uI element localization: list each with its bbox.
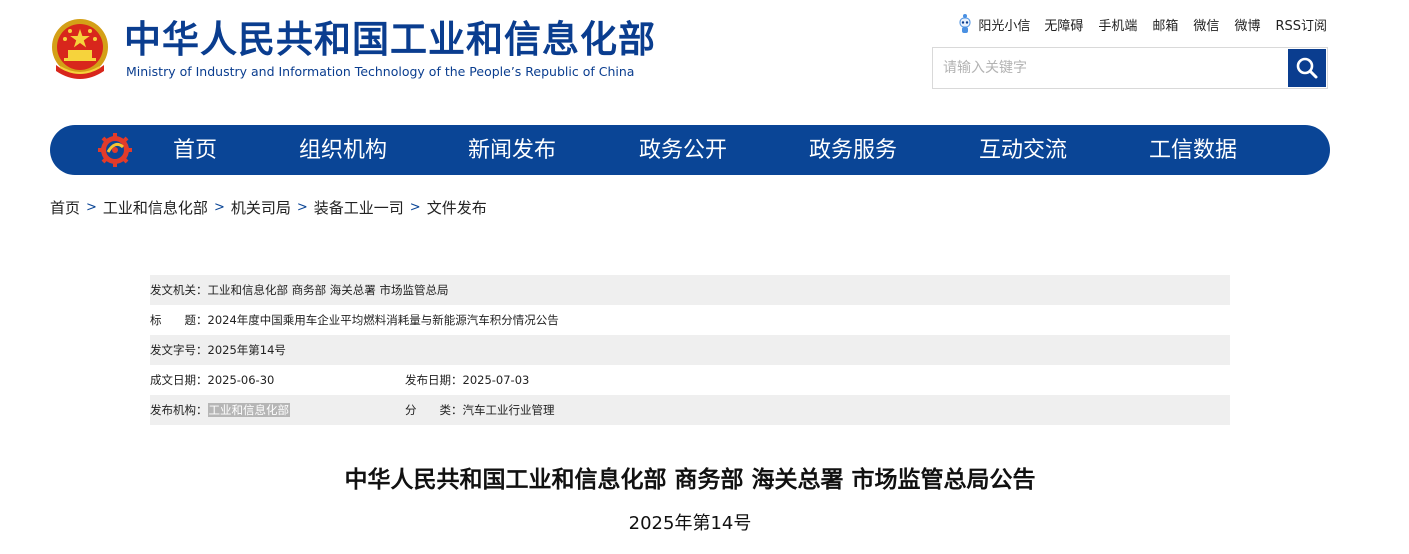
nav-item-organization[interactable]: 组织机构 — [299, 125, 387, 175]
info-label: 发布日期： — [405, 373, 463, 387]
top-link-wechat[interactable]: 微信 — [1193, 15, 1219, 34]
document-info-table: 发文机关：工业和信息化部 商务部 海关总署 市场监管总局 标 题：2024年度中… — [150, 275, 1230, 425]
top-link-mobile[interactable]: 手机端 — [1098, 15, 1137, 34]
search-button[interactable] — [1288, 49, 1326, 87]
national-emblem-icon[interactable] — [50, 17, 110, 83]
info-label: 成文日期： — [150, 373, 208, 387]
info-value-issuer: 工业和信息化部 商务部 海关总署 市场监管总局 — [207, 283, 449, 297]
top-link-sunny-xiaoxin[interactable]: 阳光小信 — [957, 13, 1030, 35]
chevron-right-icon: > — [409, 199, 421, 215]
info-value-docno: 2025年第14号 — [207, 343, 286, 357]
nav-items: 首页 组织机构 新闻发布 政务公开 政务服务 互动交流 工信数据 — [50, 125, 1330, 175]
search-input[interactable] — [933, 48, 1288, 88]
site-header: 中华人民共和国工业和信息化部 Ministry of Industry and … — [0, 0, 1409, 115]
article-title: 中华人民共和国工业和信息化部 商务部 海关总署 市场监管总局公告 — [344, 467, 1036, 493]
nav-item-data[interactable]: 工信数据 — [1149, 125, 1237, 175]
info-value-org[interactable]: 工业和信息化部 — [207, 403, 290, 417]
breadcrumb-documents[interactable]: 文件发布 — [427, 197, 487, 218]
info-row-docno: 发文字号：2025年第14号 — [150, 335, 1230, 365]
info-row-org: 发布机构：工业和信息化部 分 类：汽车工业行业管理 — [150, 395, 1230, 425]
top-link-accessibility[interactable]: 无障碍 — [1044, 15, 1083, 34]
nav-item-services[interactable]: 政务服务 — [809, 125, 897, 175]
info-row-issuer: 发文机关：工业和信息化部 商务部 海关总署 市场监管总局 — [150, 275, 1230, 305]
info-value-published-date: 2025-07-03 — [462, 373, 530, 387]
chevron-right-icon: > — [213, 199, 225, 215]
info-value-category: 汽车工业行业管理 — [462, 403, 555, 417]
breadcrumb-miit[interactable]: 工业和信息化部 — [103, 197, 208, 218]
breadcrumb: 首页 > 工业和信息化部 > 机关司局 > 装备工业一司 > 文件发布 — [50, 196, 487, 218]
nav-item-interaction[interactable]: 互动交流 — [979, 125, 1067, 175]
info-label: 发文字号： — [150, 343, 208, 357]
chevron-right-icon: > — [296, 199, 308, 215]
site-title[interactable]: 中华人民共和国工业和信息化部 — [124, 18, 656, 62]
top-link-mailbox[interactable]: 邮箱 — [1152, 15, 1178, 34]
top-link-label: 阳光小信 — [978, 18, 1031, 34]
robot-assistant-icon — [959, 14, 971, 33]
breadcrumb-home[interactable]: 首页 — [50, 197, 80, 218]
site-title-english: Ministry of Industry and Information Tec… — [126, 64, 635, 79]
nav-item-news[interactable]: 新闻发布 — [468, 125, 556, 175]
info-label: 标 题： — [150, 313, 208, 327]
top-links: 阳光小信 无障碍 手机端 邮箱 微信 微博 RSS订阅 — [957, 14, 1327, 34]
info-value-title: 2024年度中国乘用车企业平均燃料消耗量与新能源汽车积分情况公告 — [207, 313, 559, 327]
info-row-title: 标 题：2024年度中国乘用车企业平均燃料消耗量与新能源汽车积分情况公告 — [150, 305, 1230, 335]
breadcrumb-equipment-dept[interactable]: 装备工业一司 — [314, 197, 404, 218]
info-label: 发文机关： — [150, 283, 208, 297]
info-row-dates: 成文日期：2025-06-30 发布日期：2025-07-03 — [150, 365, 1230, 395]
page: 中华人民共和国工业和信息化部 Ministry of Industry and … — [0, 0, 1409, 554]
nav-item-home[interactable]: 首页 — [173, 125, 217, 175]
breadcrumb-departments[interactable]: 机关司局 — [231, 197, 291, 218]
info-label: 发布机构： — [150, 403, 208, 417]
search-icon — [1296, 57, 1318, 79]
search-box — [932, 47, 1328, 89]
info-label: 分 类： — [405, 403, 463, 417]
main-nav: 首页 组织机构 新闻发布 政务公开 政务服务 互动交流 工信数据 — [50, 125, 1330, 175]
info-value-written-date: 2025-06-30 — [207, 373, 275, 387]
article-doc-number: 2025年第14号 — [628, 513, 752, 534]
chevron-right-icon: > — [86, 199, 97, 215]
top-link-rss[interactable]: RSS订阅 — [1275, 15, 1327, 34]
top-link-weibo[interactable]: 微博 — [1234, 15, 1260, 34]
nav-item-government-affairs[interactable]: 政务公开 — [639, 125, 727, 175]
